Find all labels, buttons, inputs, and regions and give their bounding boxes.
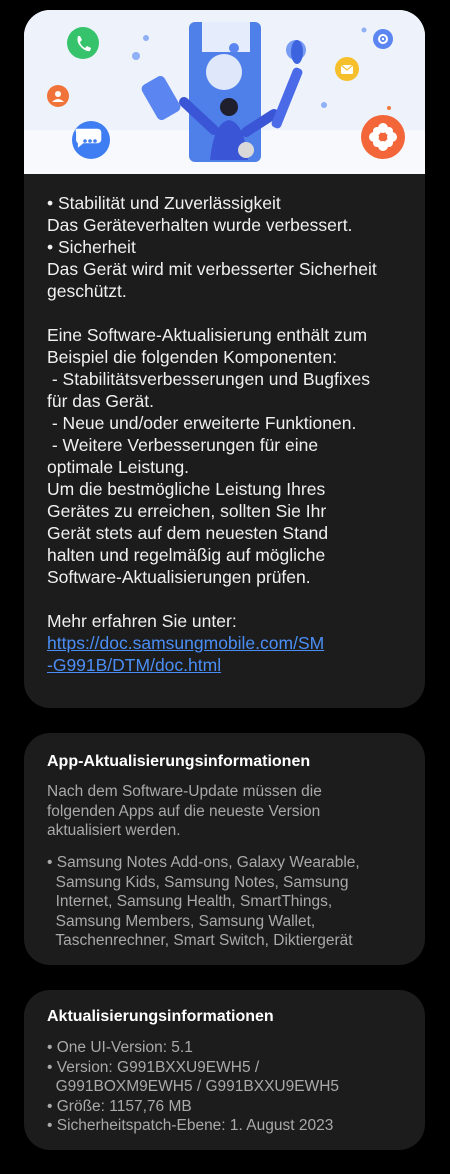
release-notes-line: optimale Leistung. bbox=[47, 457, 190, 477]
documentation-link[interactable]: https://doc.samsungmobile.com/SM bbox=[47, 633, 324, 653]
mail-icon bbox=[335, 57, 359, 81]
app-update-description-line: folgenden Apps auf die neueste Version bbox=[47, 802, 321, 820]
chat-icon bbox=[72, 121, 110, 159]
app-list: • Samsung Notes Add-ons, Galaxy Wearable… bbox=[47, 853, 397, 951]
app-update-info-card: App-Aktualisierungsinformationen Nach de… bbox=[24, 733, 425, 965]
person-icon bbox=[47, 85, 69, 107]
release-notes-line: • Stabilität und Zuverlässigkeit bbox=[47, 193, 281, 213]
update-info-title: Aktualisierungsinformationen bbox=[47, 1008, 274, 1025]
release-notes-line: - Stabilitätsverbesserungen und Bugfixes bbox=[47, 369, 370, 389]
flower-icon bbox=[361, 115, 405, 159]
update-info-line: • One UI-Version: 5.1 bbox=[47, 1039, 193, 1056]
release-notes-line: Das Geräteverhalten wurde verbessert. bbox=[47, 215, 353, 235]
app-update-description-line: Nach dem Software-Update müssen die bbox=[47, 783, 322, 800]
app-update-description-line: aktualisiert werden. bbox=[47, 822, 181, 839]
release-notes-line: Gerätes zu erreichen, sollten Sie Ihr bbox=[47, 501, 327, 521]
gear-icon bbox=[373, 29, 393, 49]
release-notes-line: • Sicherheit bbox=[47, 237, 136, 257]
release-notes-line: - Neue und/oder erweiterte Funktionen. bbox=[47, 413, 357, 433]
app-update-description: Nach dem Software-Update müssen die folge… bbox=[47, 782, 397, 841]
release-notes-line: Beispiel die folgenden Komponenten: bbox=[47, 347, 337, 367]
app-list-line: Samsung Kids, Samsung Notes, Samsung bbox=[47, 873, 349, 891]
release-notes-line: für das Gerät. bbox=[47, 391, 154, 411]
release-notes-line bbox=[47, 302, 412, 324]
documentation-link[interactable]: -G991B/DTM/doc.html bbox=[47, 655, 221, 675]
release-notes-line: Um die bestmögliche Leistung Ihres bbox=[47, 479, 326, 499]
update-info-card: Aktualisierungsinformationen • One UI-Ve… bbox=[24, 990, 425, 1150]
release-notes-card: • Stabilität und Zuverlässigkeit Das Gerä… bbox=[24, 10, 425, 708]
update-info-line: • Größe: 1157,76 MB bbox=[47, 1097, 192, 1115]
release-notes-line: Gerät stets auf dem neuesten Stand bbox=[47, 523, 329, 543]
release-notes-line: Das Gerät wird mit verbesserter Sicherhe… bbox=[47, 259, 377, 279]
app-list-line: Internet, Samsung Health, SmartThings, bbox=[47, 893, 333, 910]
release-notes-line: Software-Aktualisierungen prüfen. bbox=[47, 567, 311, 587]
app-list-line: Taschenrechner, Smart Switch, Diktierger… bbox=[47, 932, 353, 949]
release-notes-line bbox=[47, 588, 412, 610]
release-notes-link-line: -G991B/DTM/doc.html bbox=[47, 654, 412, 676]
release-notes-link-line: https://doc.samsungmobile.com/SM bbox=[47, 632, 412, 654]
hero-illustration bbox=[24, 10, 425, 174]
update-info-line: • Version: G991BXXU9EWH5 / bbox=[47, 1058, 260, 1076]
release-notes-line: geschützt. bbox=[47, 281, 127, 301]
app-list-line: Samsung Members, Samsung Wallet, bbox=[47, 912, 316, 930]
release-notes-text: • Stabilität und Zuverlässigkeit Das Gerä… bbox=[47, 192, 412, 676]
app-list-line: • Samsung Notes Add-ons, Galaxy Wearable… bbox=[47, 854, 360, 871]
release-notes-line: - Weitere Verbesserungen für eine bbox=[47, 435, 319, 455]
release-notes-line: Mehr erfahren Sie unter: bbox=[47, 611, 237, 631]
update-info-list: • One UI-Version: 5.1 • Version: G991BXXU… bbox=[47, 1038, 397, 1136]
update-info-line: G991BOXM9EWH5 / G991BXXU9EWH5 bbox=[47, 1078, 340, 1095]
app-update-info-title: App-Aktualisierungsinformationen bbox=[47, 753, 311, 770]
update-info-line: • Sicherheitspatch-Ebene: 1. August 2023 bbox=[47, 1117, 334, 1134]
release-notes-line: Eine Software-Aktualisierung enthält zum bbox=[47, 325, 368, 345]
release-notes-line: halten und regelmäßig auf mögliche bbox=[47, 545, 326, 565]
phone-icon bbox=[67, 27, 99, 59]
